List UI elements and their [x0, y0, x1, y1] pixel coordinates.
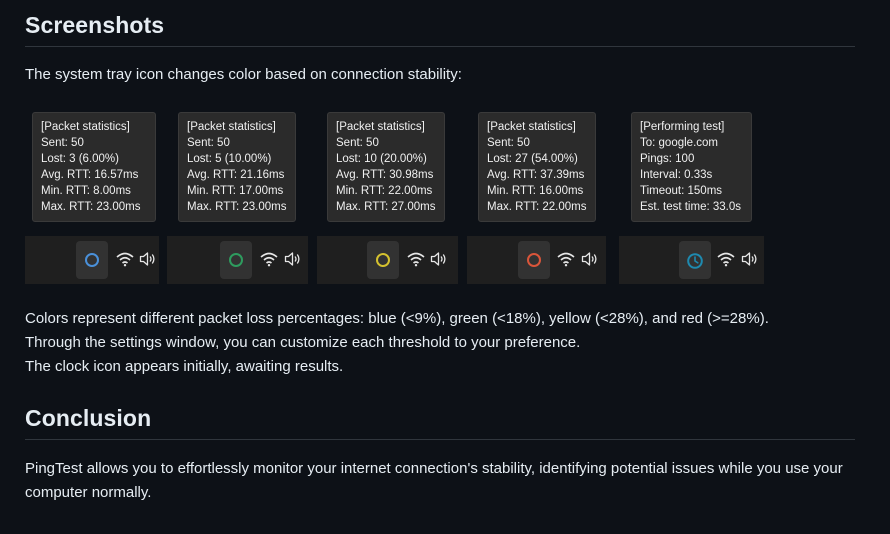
system-tray: [317, 236, 458, 284]
system-tray: [25, 236, 159, 284]
heading-divider: [25, 46, 855, 47]
tooltip-line: Sent: 50: [336, 137, 379, 149]
tooltip-line: [Packet statistics]: [487, 121, 576, 133]
speaker-icon[interactable]: [430, 251, 448, 267]
tooltip-line: Avg. RTT: 21.16ms: [187, 169, 285, 181]
speaker-icon[interactable]: [581, 251, 599, 267]
tray-icon-pingtest[interactable]: [679, 241, 711, 279]
tooltip-line: Pings: 100: [640, 153, 695, 165]
wifi-icon[interactable]: [116, 251, 134, 267]
tooltip-line: Sent: 50: [41, 137, 84, 149]
tooltip-line: Lost: 3 (6.00%): [41, 153, 119, 165]
speaker-icon[interactable]: [284, 251, 302, 267]
tooltip-line: [Packet statistics]: [41, 121, 130, 133]
tray-icon-pingtest[interactable]: [220, 241, 252, 279]
tooltip-line: Lost: 27 (54.00%): [487, 153, 578, 165]
speaker-icon[interactable]: [139, 251, 157, 267]
tooltip-line: Min. RTT: 8.00ms: [41, 185, 131, 197]
system-tray: [467, 236, 606, 284]
colors-paragraph: Colors represent different packet loss p…: [25, 310, 769, 327]
ring-icon: [229, 253, 243, 267]
readme-section: Screenshots The system tray icon changes…: [0, 0, 890, 534]
intro-paragraph: The system tray icon changes color based…: [25, 66, 462, 83]
tooltip-line: Avg. RTT: 16.57ms: [41, 169, 139, 181]
tooltip-line: Max. RTT: 22.00ms: [487, 201, 587, 213]
tooltip-line: Sent: 50: [187, 137, 230, 149]
system-tray: [167, 236, 308, 284]
clock-icon: [687, 253, 703, 269]
wifi-icon[interactable]: [260, 251, 278, 267]
tooltip-line: [Packet statistics]: [187, 121, 276, 133]
heading-divider: [25, 439, 855, 440]
tooltip-line: Est. test time: 33.0s: [640, 201, 741, 213]
tooltip-line: Interval: 0.33s: [640, 169, 713, 181]
tooltip-line: Avg. RTT: 37.39ms: [487, 169, 585, 181]
tooltip-line: Timeout: 150ms: [640, 185, 723, 197]
tooltip-line: Min. RTT: 22.00ms: [336, 185, 433, 197]
wifi-icon[interactable]: [717, 251, 735, 267]
tray-icon-pingtest[interactable]: [76, 241, 108, 279]
tooltip-packet-statistics: [Packet statistics] Sent: 50 Lost: 27 (5…: [478, 112, 596, 222]
tooltip-line: Lost: 10 (20.00%): [336, 153, 427, 165]
tray-icon-pingtest[interactable]: [367, 241, 399, 279]
ring-icon: [376, 253, 390, 267]
ring-icon: [85, 253, 99, 267]
ring-icon: [527, 253, 541, 267]
clock-paragraph: The clock icon appears initially, awaiti…: [25, 358, 344, 375]
wifi-icon[interactable]: [557, 251, 575, 267]
tooltip-line: Min. RTT: 17.00ms: [187, 185, 284, 197]
screenshots-heading: Screenshots: [25, 12, 165, 38]
tooltip-line: [Packet statistics]: [336, 121, 425, 133]
settings-paragraph: Through the settings window, you can cus…: [25, 334, 581, 351]
wifi-icon[interactable]: [407, 251, 425, 267]
conclusion-heading: Conclusion: [25, 405, 152, 431]
conclusion-paragraph: PingTest allows you to effortlessly moni…: [25, 460, 843, 501]
tooltip-line: Sent: 50: [487, 137, 530, 149]
tooltip-performing-test: [Performing test] To: google.com Pings: …: [631, 112, 752, 222]
tooltip-line: Max. RTT: 27.00ms: [336, 201, 436, 213]
tooltip-packet-statistics: [Packet statistics] Sent: 50 Lost: 5 (10…: [178, 112, 296, 222]
tooltip-packet-statistics: [Packet statistics] Sent: 50 Lost: 3 (6.…: [32, 112, 156, 222]
tooltip-line: Max. RTT: 23.00ms: [187, 201, 287, 213]
tooltip-line: Min. RTT: 16.00ms: [487, 185, 584, 197]
speaker-icon[interactable]: [741, 251, 759, 267]
tooltip-line: Lost: 5 (10.00%): [187, 153, 272, 165]
system-tray: [619, 236, 764, 284]
tooltip-line: Max. RTT: 23.00ms: [41, 201, 141, 213]
tooltip-packet-statistics: [Packet statistics] Sent: 50 Lost: 10 (2…: [327, 112, 445, 222]
tooltip-line: Avg. RTT: 30.98ms: [336, 169, 434, 181]
tooltip-line: [Performing test]: [640, 121, 725, 133]
tray-icon-pingtest[interactable]: [518, 241, 550, 279]
tooltip-line: To: google.com: [640, 137, 718, 149]
